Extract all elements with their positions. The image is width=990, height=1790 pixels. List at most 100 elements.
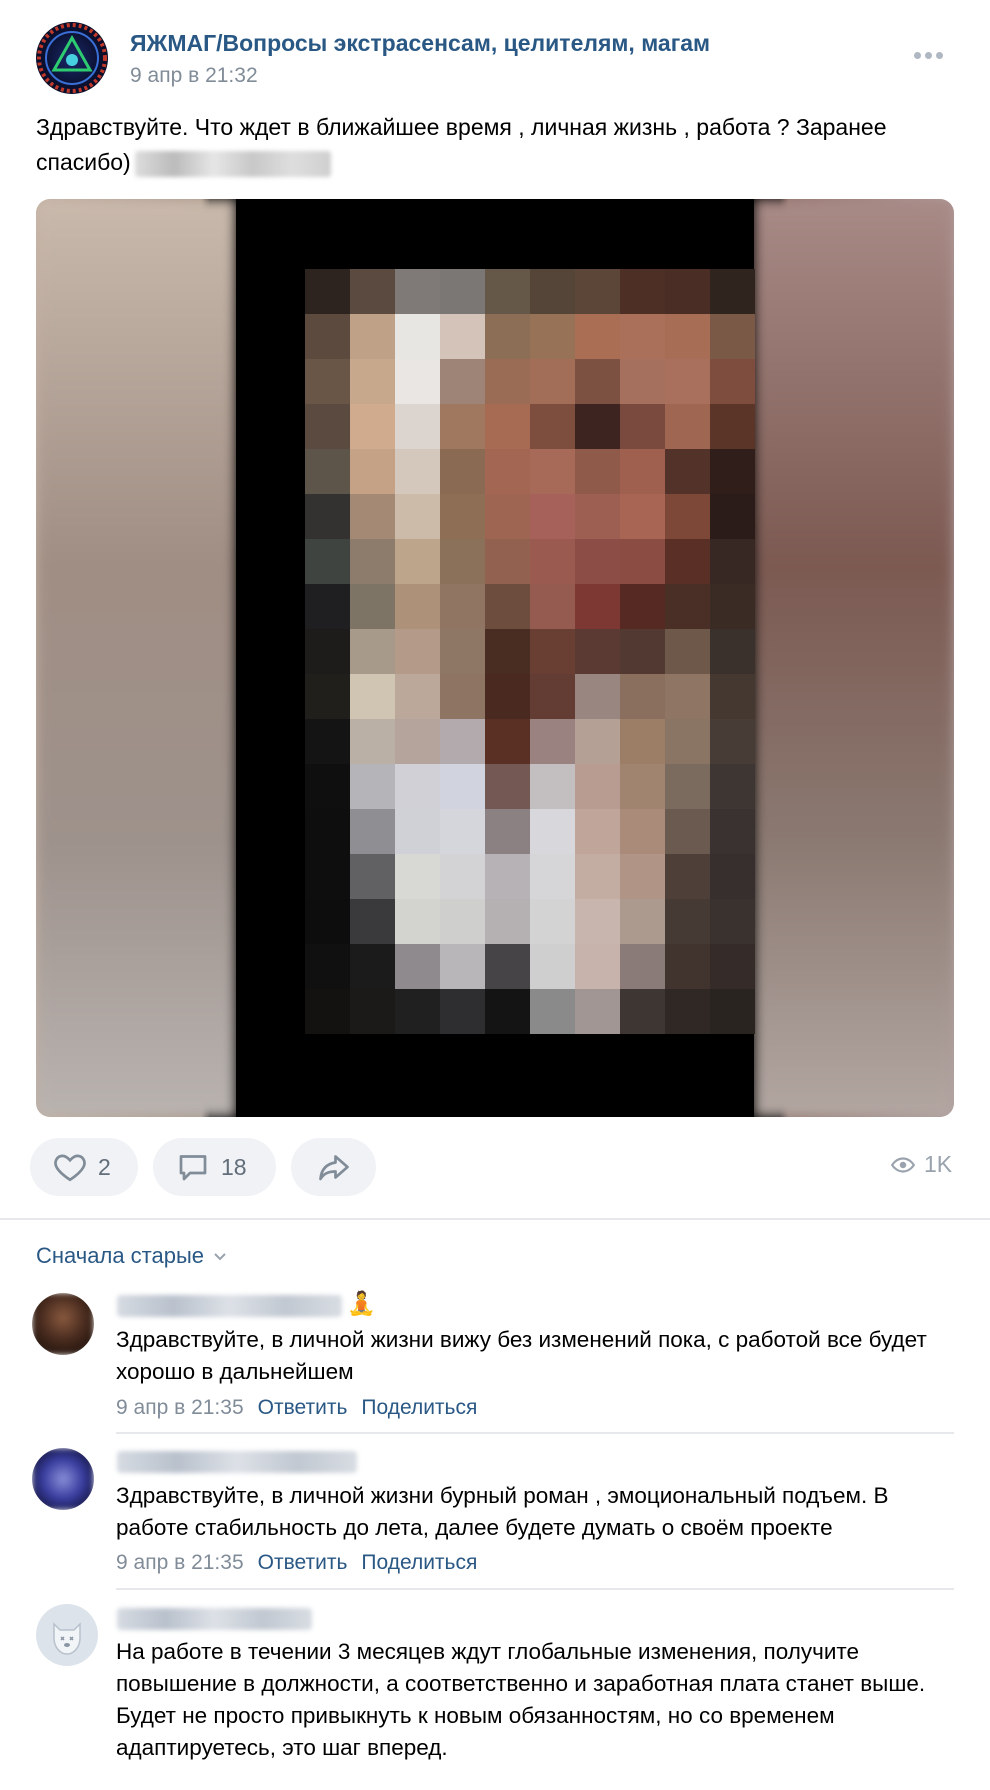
pixel-block — [530, 989, 575, 1034]
pixel-block — [620, 584, 665, 629]
pixel-block — [440, 854, 485, 899]
pixel-block — [395, 764, 440, 809]
pixel-block — [395, 809, 440, 854]
pixel-block — [710, 719, 755, 764]
pixel-block — [530, 629, 575, 674]
group-logo-icon — [37, 23, 107, 93]
pixel-block — [395, 314, 440, 359]
pixel-block — [440, 404, 485, 449]
pixel-block — [620, 449, 665, 494]
post-photo[interactable] — [36, 199, 954, 1117]
pixel-block — [575, 584, 620, 629]
divider — [0, 1218, 990, 1220]
comment-date[interactable]: 9 апр в 21:35 — [116, 1551, 244, 1575]
pixel-block — [395, 359, 440, 404]
commenter-avatar[interactable] — [32, 1293, 94, 1355]
pixel-block — [305, 719, 350, 764]
pixel-block — [710, 314, 755, 359]
pixel-block — [665, 449, 710, 494]
pixel-block — [530, 314, 575, 359]
share-icon — [318, 1155, 349, 1181]
default-avatar[interactable] — [36, 1604, 98, 1666]
pixel-block — [575, 314, 620, 359]
pixel-block — [485, 809, 530, 854]
pixel-block — [305, 764, 350, 809]
pixel-block — [485, 314, 530, 359]
pixel-block — [530, 359, 575, 404]
pixel-block — [620, 359, 665, 404]
commenter-name[interactable] — [117, 1295, 342, 1317]
pixel-block — [575, 269, 620, 314]
meditation-emoji: 🧘 — [347, 1290, 376, 1316]
pixel-block — [305, 944, 350, 989]
pixel-block — [530, 719, 575, 764]
pixel-block — [665, 719, 710, 764]
post-text: Здравствуйте. Что ждет в ближайшее время… — [36, 110, 956, 180]
pixel-block — [530, 674, 575, 719]
share-link[interactable]: Поделиться — [361, 1551, 477, 1575]
more-options-icon[interactable] — [914, 46, 954, 70]
pixel-block — [440, 674, 485, 719]
pixel-block — [305, 674, 350, 719]
pixel-block — [710, 584, 755, 629]
chevron-down-icon — [214, 1253, 226, 1261]
pixel-block — [620, 854, 665, 899]
commenter-name[interactable] — [117, 1608, 312, 1630]
pixel-block — [575, 989, 620, 1034]
pixel-block — [440, 269, 485, 314]
post-date[interactable]: 9 апр в 21:32 — [130, 64, 258, 88]
comment-button[interactable]: 18 — [153, 1138, 276, 1196]
pixel-block — [305, 899, 350, 944]
pixel-block — [395, 494, 440, 539]
like-button[interactable]: 2 — [30, 1138, 138, 1196]
comment-text: Здравствуйте, в личной жизни бурный рома… — [116, 1483, 889, 1540]
pixel-block — [440, 449, 485, 494]
commenter-avatar[interactable] — [32, 1448, 94, 1510]
pixel-block — [530, 854, 575, 899]
pixel-block — [575, 629, 620, 674]
pixel-block — [530, 764, 575, 809]
commenter-name[interactable] — [117, 1451, 357, 1473]
pixel-block — [395, 539, 440, 584]
pixel-block — [395, 269, 440, 314]
heart-icon — [54, 1154, 86, 1182]
reply-link[interactable]: Ответить — [258, 1551, 348, 1575]
group-name-link[interactable]: ЯЖМАГ/Вопросы экстрасенсам, целителям, м… — [130, 30, 710, 57]
pixel-block — [350, 584, 395, 629]
pixel-block — [620, 314, 665, 359]
pixel-block — [665, 674, 710, 719]
reply-link[interactable]: Ответить — [258, 1396, 348, 1420]
pixel-block — [395, 719, 440, 764]
group-avatar[interactable] — [36, 22, 108, 94]
pixel-block — [305, 539, 350, 584]
pixel-block — [710, 854, 755, 899]
sort-dropdown[interactable]: Сначала старые — [36, 1243, 228, 1269]
share-link[interactable]: Поделиться — [361, 1396, 477, 1420]
pixel-block — [350, 539, 395, 584]
photo-blur-right — [754, 199, 954, 1117]
pixel-block — [575, 899, 620, 944]
pixel-block — [440, 809, 485, 854]
pixel-block — [440, 989, 485, 1034]
pixel-block — [485, 584, 530, 629]
pixel-block — [710, 404, 755, 449]
pixel-block — [305, 854, 350, 899]
share-button[interactable] — [291, 1138, 376, 1196]
pixel-block — [395, 404, 440, 449]
pixel-block — [395, 899, 440, 944]
pixel-block — [575, 809, 620, 854]
pixel-block — [710, 989, 755, 1034]
pixel-block — [485, 539, 530, 584]
pixel-block — [710, 629, 755, 674]
views-count: 1K — [924, 1151, 953, 1177]
pixel-block — [530, 584, 575, 629]
pixel-block — [575, 764, 620, 809]
pixel-block — [665, 494, 710, 539]
comment-date[interactable]: 9 апр в 21:35 — [116, 1396, 244, 1420]
comment-icon — [179, 1155, 207, 1181]
pixel-block — [350, 944, 395, 989]
pixel-block — [305, 314, 350, 359]
pixel-block — [350, 494, 395, 539]
pixel-block — [440, 539, 485, 584]
pixel-block — [350, 764, 395, 809]
